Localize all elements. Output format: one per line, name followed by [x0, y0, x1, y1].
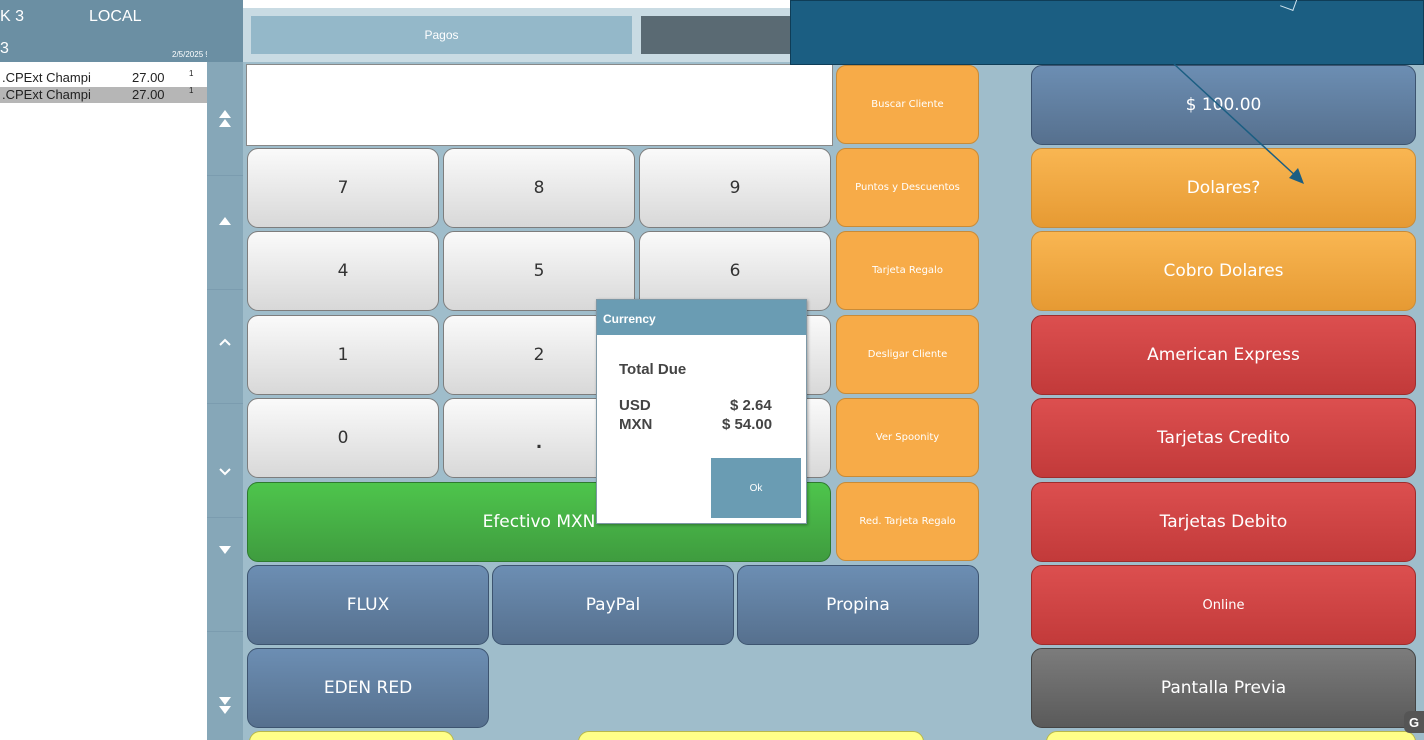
edge-tab-icon[interactable]: G: [1404, 711, 1424, 733]
tarjetas-credito-button[interactable]: Tarjetas Credito: [1031, 398, 1416, 478]
key-0[interactable]: 0: [247, 398, 439, 478]
online-button[interactable]: Online: [1031, 565, 1416, 645]
key-1[interactable]: 1: [247, 315, 439, 395]
cobro-dolares-button[interactable]: Cobro Dolares: [1031, 231, 1416, 311]
amount-display[interactable]: [246, 64, 833, 146]
line-down-button[interactable]: [207, 404, 243, 518]
double-up-arrow-icon: [219, 109, 231, 127]
usd-label: USD: [619, 397, 651, 414]
tooltip-corner-mark: [1280, 0, 1298, 11]
pantalla-previa-button[interactable]: Pantalla Previa: [1031, 648, 1416, 728]
total-due-heading: Total Due: [619, 361, 687, 378]
callout-arrow-icon: [1173, 63, 1304, 184]
chevron-up-icon: [219, 338, 231, 346]
ok-button[interactable]: Ok: [711, 458, 801, 518]
double-down-arrow-icon: [219, 697, 231, 714]
mxn-label: MXN: [619, 416, 653, 433]
puntos-descuentos-button[interactable]: Puntos y Descuentos: [836, 148, 979, 227]
tarjeta-regalo-button[interactable]: Tarjeta Regalo: [836, 231, 979, 310]
order-header: K 3 LOCAL: [0, 0, 207, 38]
order-item-qty: 1: [189, 86, 194, 95]
order-item-name: .CPExt Champi: [2, 87, 91, 102]
tarjetas-debito-button[interactable]: Tarjetas Debito: [1031, 482, 1416, 562]
tab-secondary[interactable]: [641, 16, 791, 54]
order-item-name: .CPExt Champi: [2, 70, 91, 85]
order-row[interactable]: .CPExt Champi 27.00 1: [0, 69, 207, 86]
page-up-button[interactable]: [207, 176, 243, 290]
order-panel: [0, 0, 207, 740]
line-up-button[interactable]: [207, 290, 243, 404]
ticket-number: 3: [0, 40, 9, 57]
buscar-cliente-button[interactable]: Buscar Cliente: [836, 65, 979, 144]
key-7[interactable]: 7: [247, 148, 439, 228]
order-item-qty: 1: [189, 69, 194, 78]
order-item-price: 27.00: [132, 87, 165, 102]
header-strip: [207, 0, 243, 62]
red-tarjeta-regalo-button[interactable]: Red. Tarjeta Regalo: [836, 482, 979, 561]
usd-value: $ 2.64: [730, 397, 772, 414]
american-express-button[interactable]: American Express: [1031, 315, 1416, 395]
tab-pagos[interactable]: Pagos: [251, 16, 632, 54]
dialog-title: Currency: [597, 300, 806, 335]
desligar-cliente-button[interactable]: Desligar Cliente: [836, 315, 979, 394]
bottom-yellow-button-1[interactable]: [249, 731, 454, 740]
station-label: K 3: [0, 8, 25, 25]
service-type-label: LOCAL: [89, 8, 142, 25]
currency-dialog: Currency Total Due USD $ 2.64 MXN $ 54.0…: [596, 299, 807, 524]
scroll-top-button[interactable]: [207, 62, 243, 176]
bottom-yellow-button-2[interactable]: [578, 731, 924, 740]
key-4[interactable]: 4: [247, 231, 439, 311]
bottom-yellow-button-3[interactable]: [1046, 731, 1416, 740]
order-row-selected[interactable]: .CPExt Champi 27.00 1: [0, 86, 207, 103]
flux-button[interactable]: FLUX: [247, 565, 489, 645]
scroll-column: [207, 62, 243, 740]
chevron-down-icon: [219, 467, 231, 475]
ver-spoonity-button[interactable]: Ver Spoonity: [836, 398, 979, 477]
tooltip-callout: [790, 0, 1424, 65]
paypal-button[interactable]: PayPal: [492, 565, 734, 645]
mxn-value: $ 54.00: [722, 416, 773, 433]
eden-red-button[interactable]: EDEN RED: [247, 648, 489, 728]
triangle-up-icon: [219, 216, 231, 225]
order-item-price: 27.00: [132, 70, 165, 85]
scroll-bottom-button[interactable]: [207, 632, 243, 740]
key-9[interactable]: 9: [639, 148, 831, 228]
page-down-button[interactable]: [207, 518, 243, 632]
triangle-down-icon: [219, 545, 231, 554]
key-8[interactable]: 8: [443, 148, 635, 228]
propina-button[interactable]: Propina: [737, 565, 979, 645]
